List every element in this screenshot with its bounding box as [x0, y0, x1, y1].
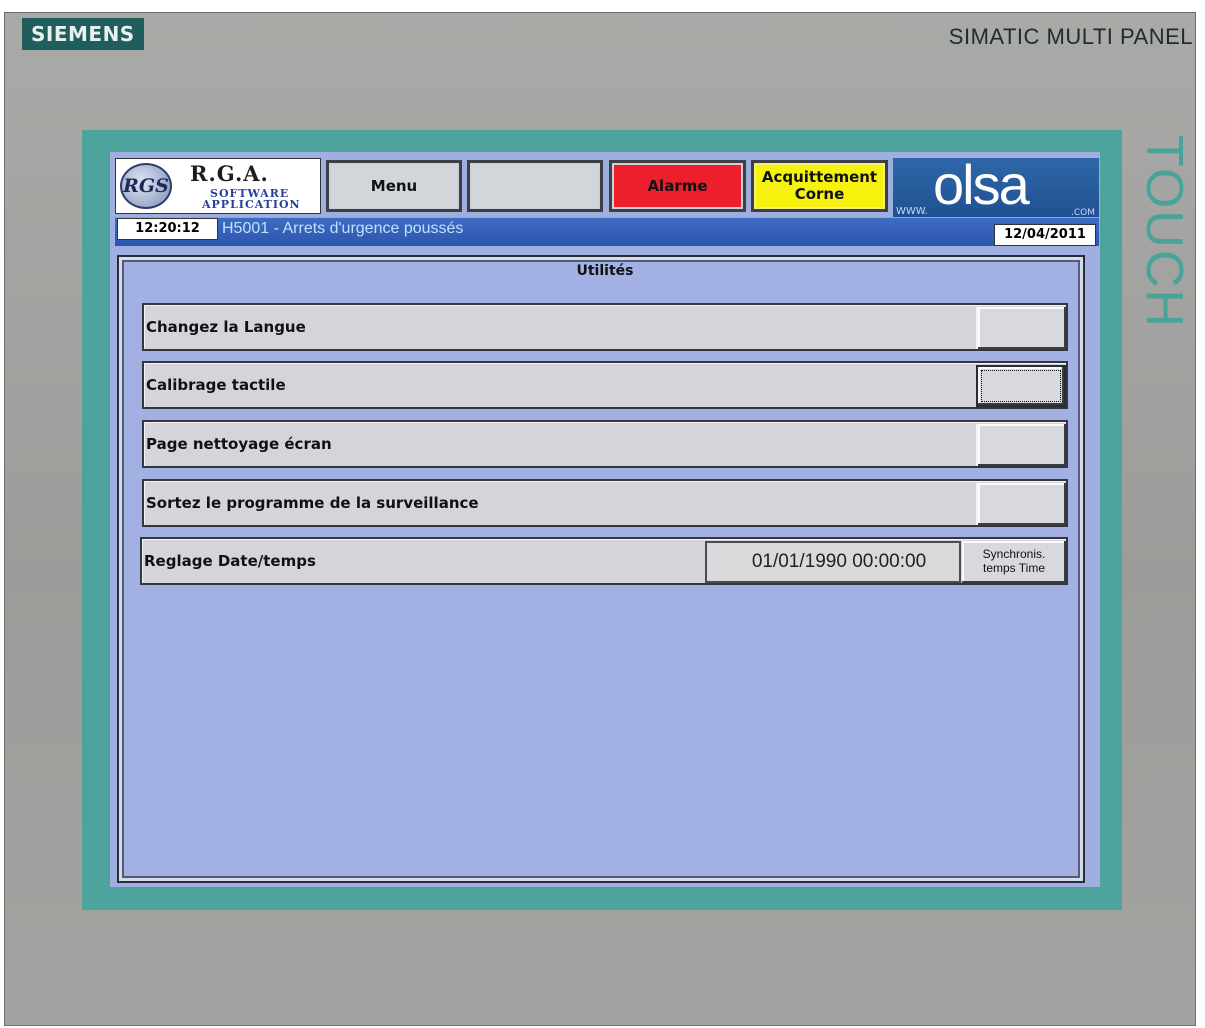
change-language-button[interactable] — [976, 307, 1066, 349]
row-label: Changez la Langue — [146, 318, 306, 336]
alarm-message[interactable]: H5001 - Arrets d'urgence poussés — [222, 220, 463, 238]
touch-label: TOUCH — [1135, 135, 1193, 329]
acknowledge-label-1: Acquittement — [761, 168, 878, 186]
rga-logo: RGS R.G.A. SOFTWARE APPLICATION — [115, 158, 321, 214]
logo-subtitle-2: APPLICATION — [202, 198, 301, 211]
siemens-logo: SIEMENS — [22, 18, 144, 50]
model-name: SIMATIC MULTI PANEL — [948, 24, 1193, 49]
row-label: Sortez le programme de la surveillance — [146, 494, 479, 512]
exit-monitoring-button[interactable] — [976, 483, 1066, 525]
alarm-button[interactable]: Alarme — [609, 160, 746, 212]
olsa-www: WWW. — [896, 206, 928, 217]
clock: 12:20:12 — [117, 218, 218, 240]
blank-button[interactable] — [467, 160, 603, 212]
olsa-logo: WWW. olsa .COM — [893, 153, 1099, 222]
row-change-language: Changez la Langue — [142, 303, 1068, 351]
acknowledge-label-2: Corne — [794, 185, 845, 203]
row-label: Reglage Date/temps — [144, 552, 316, 570]
date-display: 12/04/2011 — [994, 224, 1096, 246]
row-label: Calibrage tactile — [146, 376, 286, 394]
touch-calibration-button[interactable] — [976, 365, 1066, 407]
olsa-name: olsa — [933, 153, 1030, 216]
rga-emblem-icon: RGS — [120, 163, 172, 209]
row-label: Page nettoyage écran — [146, 435, 332, 453]
screen-cleaning-button[interactable] — [976, 424, 1066, 466]
sync-label-1: Synchronis. — [982, 547, 1046, 561]
datetime-field[interactable]: 01/01/1990 00:00:00 — [705, 541, 961, 583]
sync-label-2: temps Time — [982, 561, 1045, 575]
acknowledge-horn-button[interactable]: Acquittement Corne — [751, 160, 888, 212]
menu-button[interactable]: Menu — [326, 160, 462, 212]
row-exit-monitoring: Sortez le programme de la surveillance — [142, 479, 1068, 527]
logo-title: R.G.A. — [190, 161, 269, 186]
panel-title: Utilités — [576, 263, 634, 279]
row-screen-cleaning: Page nettoyage écran — [142, 420, 1068, 468]
row-datetime: Reglage Date/temps 01/01/1990 00:00:00 S… — [140, 537, 1068, 585]
sync-time-button[interactable]: Synchronis. temps Time — [962, 541, 1066, 583]
row-touch-calibration: Calibrage tactile — [142, 361, 1068, 409]
